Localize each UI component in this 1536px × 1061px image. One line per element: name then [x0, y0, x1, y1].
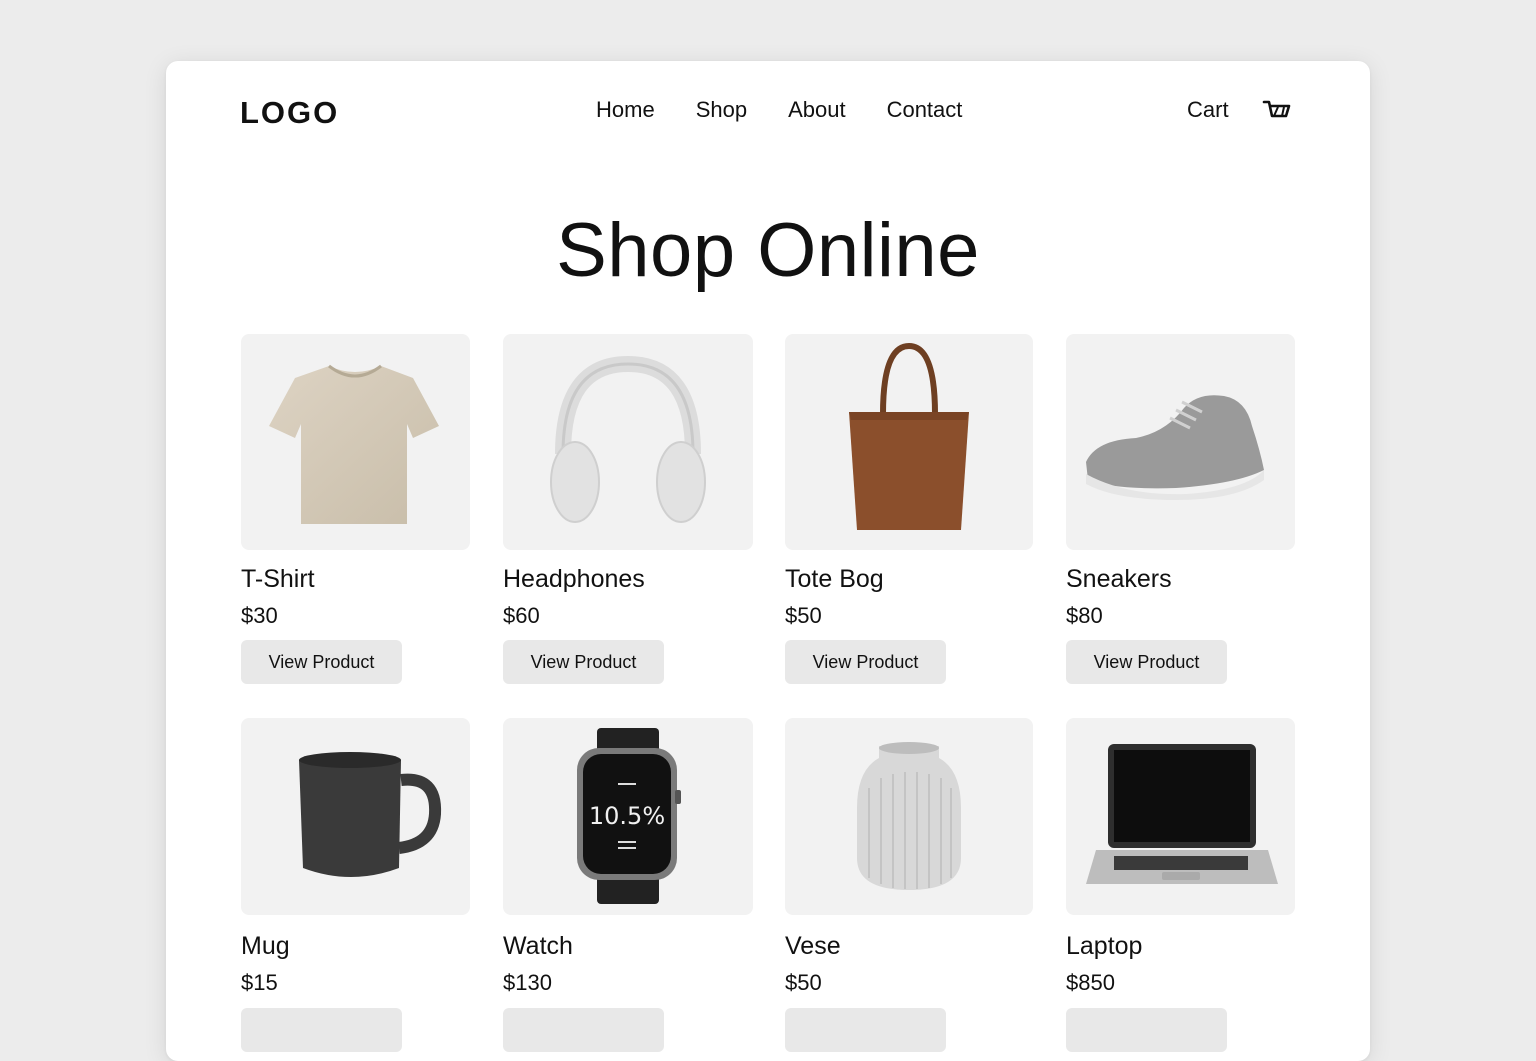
- logo[interactable]: LOGO: [240, 95, 339, 131]
- product-image-mug[interactable]: [241, 718, 470, 915]
- product-price: $50: [785, 970, 822, 995]
- page-title: Shop Online: [556, 208, 980, 293]
- view-product-button[interactable]: View Product: [1066, 640, 1227, 684]
- product-name[interactable]: Watch: [503, 932, 573, 961]
- product-price: $850: [1066, 970, 1115, 995]
- headphones-image: [550, 355, 706, 523]
- nav-about[interactable]: About: [788, 97, 846, 123]
- view-product-button[interactable]: [1066, 1008, 1227, 1052]
- cart-icon[interactable]: [1262, 99, 1292, 125]
- tshirt-image: [269, 364, 439, 524]
- view-product-button[interactable]: View Product: [785, 640, 946, 684]
- view-product-button[interactable]: [241, 1008, 402, 1052]
- product-name[interactable]: T-Shirt: [241, 565, 315, 594]
- product-name[interactable]: Headphones: [503, 565, 645, 594]
- mug-image: [299, 752, 442, 877]
- product-name[interactable]: Laptop: [1066, 932, 1142, 961]
- watch-image: 10.5%: [577, 728, 681, 904]
- nav-shop[interactable]: Shop: [696, 97, 747, 123]
- product-price: $80: [1066, 603, 1103, 628]
- page-container: LOGO Home Shop About Contact Cart Shop O…: [166, 61, 1370, 1061]
- product-price: $30: [241, 603, 278, 628]
- product-price: $15: [241, 970, 278, 995]
- product-price: $60: [503, 603, 540, 628]
- product-image-tote-bag[interactable]: [785, 334, 1033, 550]
- sneaker-image: [1086, 395, 1264, 500]
- nav-home[interactable]: Home: [596, 97, 655, 123]
- product-image-watch[interactable]: 10.5%: [503, 718, 753, 915]
- product-image-tshirt[interactable]: [241, 334, 470, 550]
- main-nav: Home Shop About Contact: [596, 97, 1003, 123]
- product-image-vase[interactable]: [785, 718, 1033, 915]
- product-name[interactable]: Tote Bog: [785, 565, 884, 594]
- tote-bag-image: [849, 342, 969, 530]
- product-name[interactable]: Vese: [785, 932, 841, 961]
- view-product-button[interactable]: View Product: [503, 640, 664, 684]
- view-product-button[interactable]: [503, 1008, 664, 1052]
- view-product-button[interactable]: [785, 1008, 946, 1052]
- product-image-headphones[interactable]: [503, 334, 753, 550]
- laptop-image: [1086, 744, 1278, 884]
- nav-contact[interactable]: Contact: [887, 97, 963, 123]
- watch-screen-text: 10.5%: [589, 802, 665, 830]
- product-image-laptop[interactable]: [1066, 718, 1295, 915]
- vase-image: [857, 742, 961, 890]
- product-price: $130: [503, 970, 552, 995]
- view-product-button[interactable]: View Product: [241, 640, 402, 684]
- product-image-sneakers[interactable]: [1066, 334, 1295, 550]
- product-price: $50: [785, 603, 822, 628]
- cart-link[interactable]: Cart: [1187, 97, 1229, 123]
- product-name[interactable]: Mug: [241, 932, 290, 961]
- product-name[interactable]: Sneakers: [1066, 565, 1172, 594]
